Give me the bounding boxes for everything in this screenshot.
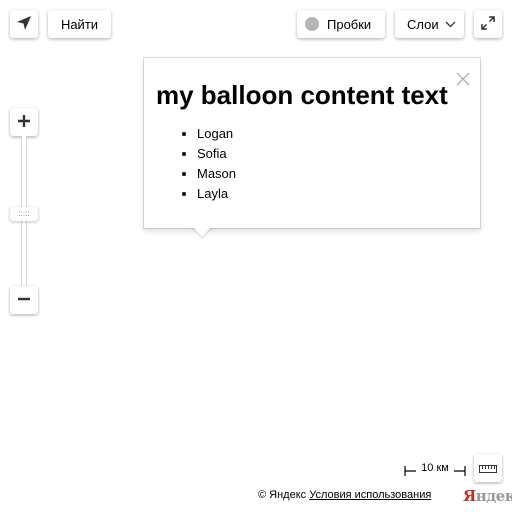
- copyright-text: © Яндекс: [258, 489, 307, 501]
- plus-icon: [17, 114, 31, 131]
- list-item: Layla: [197, 184, 236, 204]
- balloon-title: my balloon content text: [156, 80, 448, 110]
- search-button[interactable]: Найти: [48, 10, 111, 38]
- zoom-handle-grip: :::::: [18, 209, 30, 218]
- minus-icon: [17, 292, 31, 309]
- zoom-slider-handle[interactable]: :::::: [10, 207, 38, 221]
- close-icon[interactable]: [456, 72, 470, 86]
- list-item: Mason: [197, 164, 236, 184]
- fullscreen-button[interactable]: [474, 10, 502, 38]
- traffic-button[interactable]: Пробки: [297, 10, 385, 38]
- fullscreen-expand-icon: [481, 15, 495, 33]
- search-button-label: Найти: [60, 16, 99, 32]
- chevron-down-icon: [445, 21, 456, 28]
- map-balloon: my balloon content text Logan Sofia Maso…: [144, 58, 480, 228]
- ruler-button[interactable]: [474, 454, 502, 482]
- layers-button[interactable]: Слои: [395, 10, 464, 38]
- traffic-circle-icon: [305, 17, 319, 31]
- copyright: © Яндекс Условия использования: [258, 487, 431, 503]
- zoom-out-button[interactable]: [10, 286, 38, 314]
- terms-link[interactable]: Условия использования: [309, 489, 431, 501]
- yandex-logo-rest: ндекс: [475, 487, 512, 505]
- traffic-button-label: Пробки: [327, 16, 372, 32]
- yandex-logo-first-letter: Я: [463, 487, 476, 505]
- zoom-in-button[interactable]: [10, 108, 38, 136]
- list-item: Sofia: [197, 144, 236, 164]
- list-item: Logan: [197, 124, 236, 144]
- geolocation-arrow-icon: [16, 15, 32, 34]
- geolocation-button[interactable]: [10, 10, 38, 38]
- scale-label: 10 км: [416, 462, 454, 476]
- yandex-logo[interactable]: Яндекс: [463, 486, 512, 506]
- layers-button-label: Слои: [407, 16, 439, 32]
- ruler-icon: [479, 461, 497, 476]
- balloon-list: Logan Sofia Mason Layla: [156, 124, 236, 204]
- balloon-tail: [192, 226, 212, 237]
